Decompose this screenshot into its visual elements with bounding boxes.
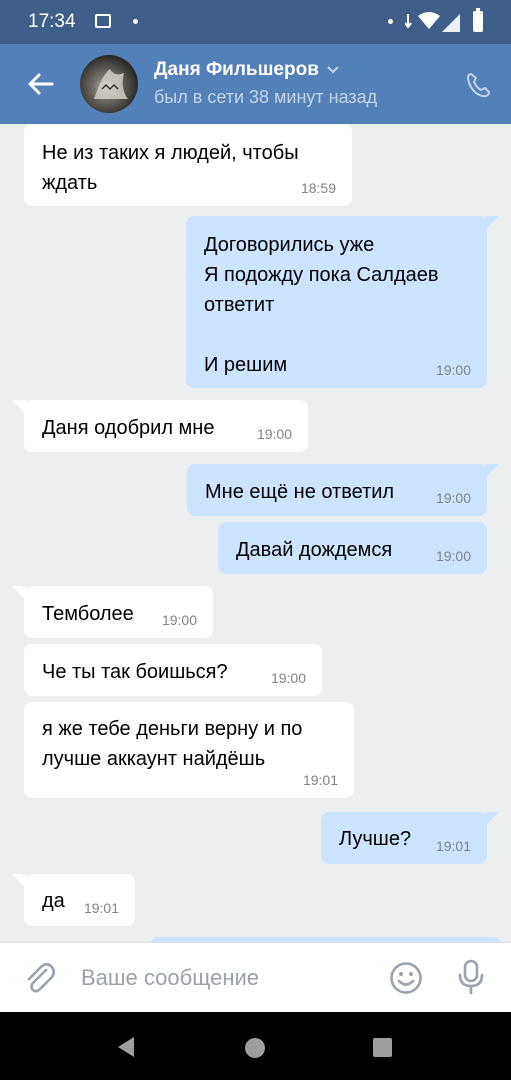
status-time: 17:34 [28,11,76,32]
battery-icon [473,8,483,32]
message-incoming[interactable]: Даня одобрил мне 19:00 [12,400,308,452]
contact-name-row[interactable]: Даня Фильшеров [154,59,339,81]
bubble-tail [12,586,26,600]
message-outgoing[interactable]: Мне ещё не ответил 19:00 [187,464,499,516]
chat-header: Даня Фильшеров был в сети 38 минут назад [0,44,511,124]
message-time: 19:00 [435,362,471,378]
message-time: 19:01 [83,900,119,916]
message-composer [0,942,511,1012]
cellular-signal-icon [442,14,460,32]
nav-home-icon[interactable] [245,1038,265,1058]
message-time: 19:01 [435,838,471,854]
smile-icon[interactable] [389,961,423,995]
phone-icon[interactable] [465,72,491,98]
bubble-tail [485,216,499,230]
status-bar: 17:34 [0,0,511,44]
data-arrows-icon [405,14,412,29]
gallery-notification-icon [95,14,111,28]
message-time: 19:00 [435,548,471,564]
message-time: 19:01 [302,772,338,788]
notification-dot-icon [388,19,393,24]
chevron-down-icon[interactable] [327,66,339,74]
wifi-icon [418,12,440,29]
nav-back-icon[interactable] [116,1036,136,1058]
message-text: Договорились уже Я подожду пока Салдаев … [204,234,439,376]
message-outgoing[interactable]: Договорились уже Я подожду пока Салдаев … [186,216,499,388]
bubble-tail [12,400,26,414]
message-incoming[interactable]: Темболее 19:00 [12,586,213,638]
message-incoming[interactable]: я же тебе деньги верну и по лучше аккаун… [24,702,354,798]
message-outgoing[interactable]: Давай дождемся 19:00 [218,522,487,574]
message-incoming[interactable]: да 19:01 [12,874,135,926]
contact-name[interactable]: Даня Фильшеров [154,59,319,81]
notification-dot-icon [133,19,138,24]
paperclip-icon[interactable] [24,961,56,995]
last-seen-status: был в сети 38 минут назад [154,87,378,107]
message-time: 18:59 [300,180,336,196]
avatar[interactable] [80,55,138,113]
bubble-tail [485,464,499,478]
message-time: 19:00 [161,612,197,628]
microphone-icon[interactable] [456,959,486,995]
bubble-tail [12,874,26,888]
message-time: 19:00 [270,670,306,686]
nav-recents-icon[interactable] [373,1038,392,1057]
message-list[interactable]: Не из таких я людей, чтобы ждать 18:59 Д… [0,124,511,942]
message-incoming[interactable]: Не из таких я людей, чтобы ждать 18:59 [24,124,352,206]
message-outgoing[interactable]: Лучше? 19:01 [321,812,499,864]
message-time: 19:00 [256,426,292,442]
system-navigation-bar [0,1012,511,1080]
message-incoming[interactable]: Че ты так боишься? 19:00 [24,644,322,696]
message-input[interactable] [81,965,371,991]
message-text: я же тебе деньги верну и по лучше аккаун… [42,718,303,770]
message-time: 19:00 [435,490,471,506]
bubble-tail [485,812,499,826]
arrow-left-icon[interactable] [24,68,56,100]
